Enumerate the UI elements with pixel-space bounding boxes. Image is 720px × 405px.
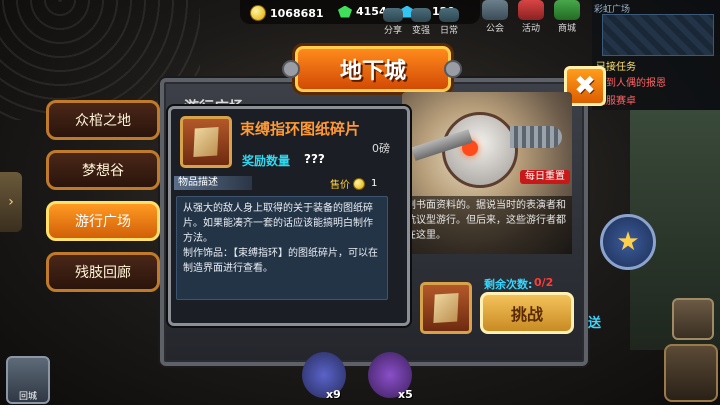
return-town-button[interactable]: 回城 xyxy=(6,356,50,404)
return-town-label: 回城 xyxy=(18,392,37,402)
guild-icon xyxy=(482,0,508,20)
menu-expand-button[interactable] xyxy=(664,344,718,402)
skill-count-2: x5 xyxy=(398,388,413,401)
remaining-label: 剩余次数: xyxy=(484,278,533,291)
minimap[interactable] xyxy=(602,14,714,56)
side-expand-button[interactable]: › xyxy=(0,172,22,232)
item-description-text-2: 制作饰品：【束缚指环】的图纸碎片，可以在制造界面进行查看。 xyxy=(183,248,378,274)
star-icon: ★ xyxy=(616,227,640,257)
gold-counter: 1068681 xyxy=(250,5,324,21)
event-icon xyxy=(518,0,544,20)
item-description-tag: 物品描述 xyxy=(174,176,252,190)
shop-icon xyxy=(554,0,580,20)
green-gem-icon xyxy=(338,5,352,18)
cut-text: 送 xyxy=(588,316,602,331)
challenge-button[interactable]: 挑战 xyxy=(480,292,574,334)
item-weight: 0磅 xyxy=(372,142,390,155)
dialog-title: 地下城 xyxy=(295,46,451,92)
gold-value: 1068681 xyxy=(270,6,324,20)
strengthen-button[interactable]: 变强 xyxy=(408,2,434,36)
top-menu-right: 公会 活动 商城 xyxy=(478,0,584,34)
quest-panel[interactable]: 彩虹广场 已接任务 找到人偶的报恩 归服赛卓 xyxy=(592,0,720,110)
favorite-button[interactable]: ★ xyxy=(600,214,656,270)
guild-button[interactable]: 公会 xyxy=(478,0,512,34)
item-description-text: 从强大的敌人身上取得的关于装备的图纸碎片。如果能凑齐一套的话应该能搞明白制作方法… xyxy=(183,203,373,244)
title-bolt-left xyxy=(282,60,300,78)
strengthen-icon xyxy=(411,8,431,22)
price-label: 售价 xyxy=(330,180,350,191)
close-icon: ✖ xyxy=(574,71,596,101)
top-menu: 分享 变强 日常 xyxy=(380,2,462,36)
dungeon-description: 剧书面资料的。据说当时的表演者和抗议型游行。但后来，这些游行者都在这里。 xyxy=(402,196,572,254)
gold-coin-icon xyxy=(250,5,266,21)
skill-count-1: x9 xyxy=(326,388,341,401)
boss-mask xyxy=(442,112,518,188)
item-description: 从强大的敌人身上取得的关于装备的图纸碎片。如果能凑齐一套的话应该能搞明白制作方法… xyxy=(176,196,388,300)
quest-line: 找到人偶的报恩 xyxy=(596,78,666,89)
tooltip-item-slot xyxy=(180,116,232,168)
backpack-button[interactable] xyxy=(672,298,714,340)
reward-count-value: ??? xyxy=(304,152,325,166)
boss-drill xyxy=(510,126,562,148)
item-name: 束缚指环图纸碎片 xyxy=(240,120,361,138)
remaining-value: 0/2 xyxy=(534,276,554,289)
daily-icon xyxy=(439,8,459,22)
daily-button[interactable]: 日常 xyxy=(436,2,462,36)
gold-coin-icon xyxy=(353,177,365,190)
reward-slot-blueprint[interactable] xyxy=(420,282,472,334)
nav-item-3[interactable]: 残肢回廊 xyxy=(46,252,160,292)
chevron-right-icon: › xyxy=(8,194,14,210)
nav-item-0[interactable]: 众棺之地 xyxy=(46,100,160,140)
event-button[interactable]: 活动 xyxy=(514,0,548,34)
price-value: 1 xyxy=(371,178,378,189)
reward-count-label: 奖励数量 xyxy=(242,154,291,168)
shop-button[interactable]: 商城 xyxy=(550,0,584,34)
item-price: 售价 1 xyxy=(330,176,377,191)
nav-item-1[interactable]: 梦想谷 xyxy=(46,150,160,190)
share-button[interactable]: 分享 xyxy=(380,2,406,36)
daily-reset-badge: 每日重置 xyxy=(520,170,570,184)
blueprint-scroll-icon xyxy=(433,293,459,323)
share-icon xyxy=(383,8,403,22)
nav-item-2[interactable]: 游行广场 xyxy=(46,201,160,241)
blueprint-scroll-icon xyxy=(193,127,219,157)
title-bolt-right xyxy=(444,60,462,78)
